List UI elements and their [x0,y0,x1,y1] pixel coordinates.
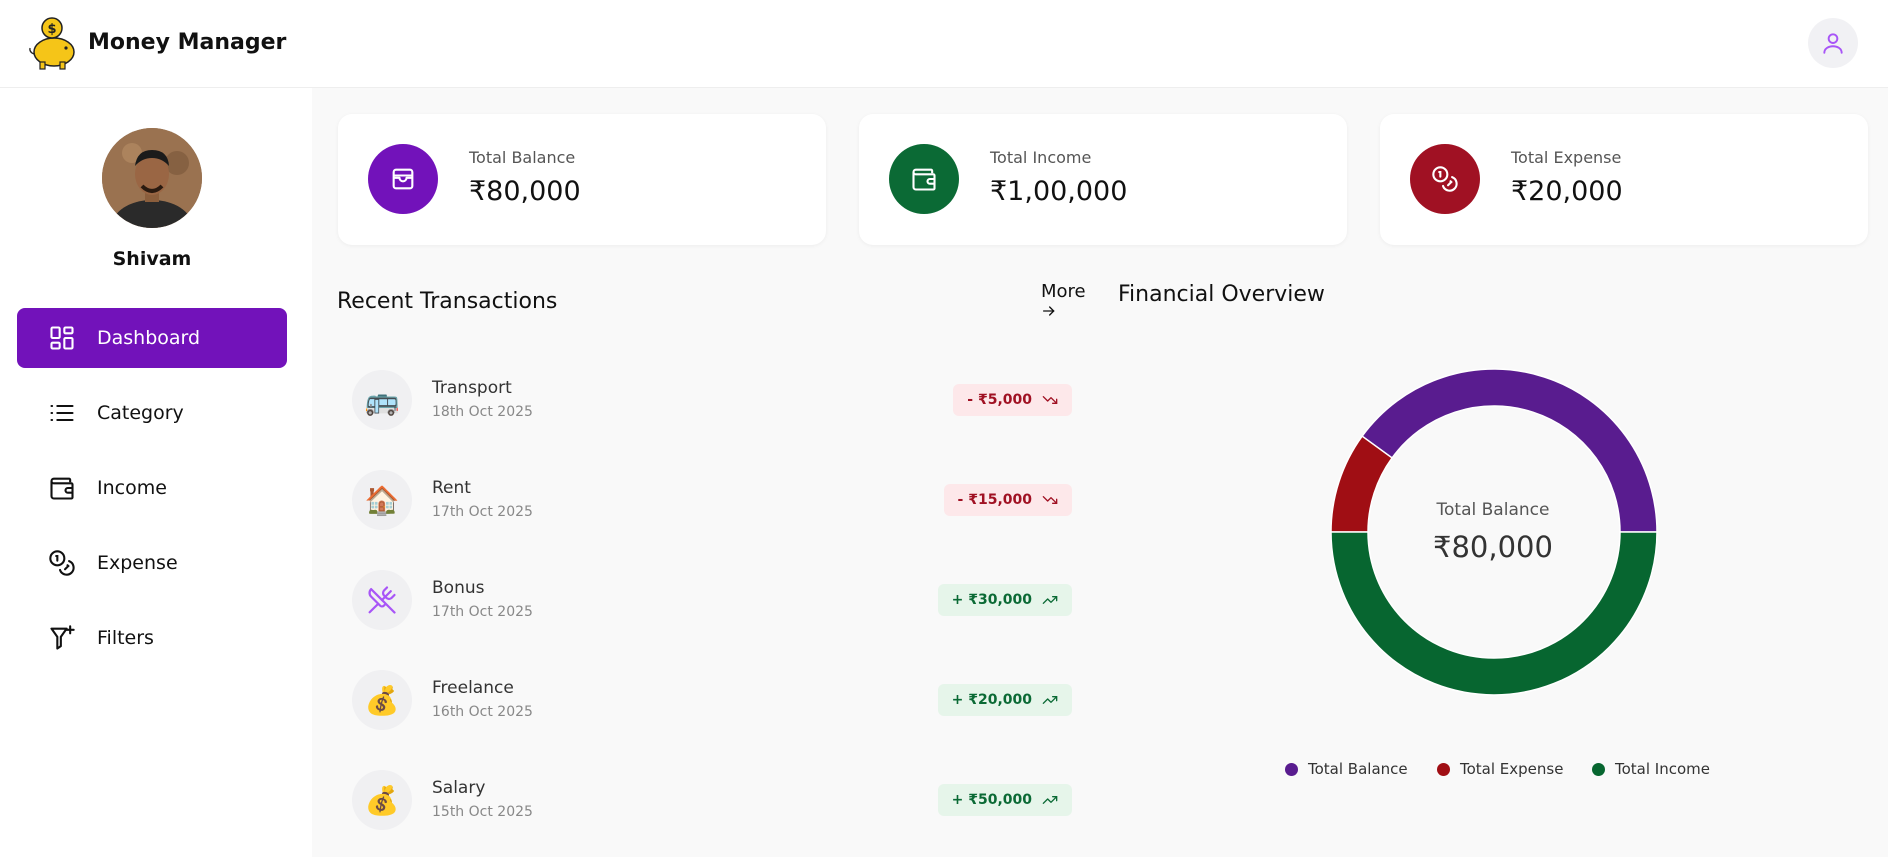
arrow-right-icon [1041,303,1057,324]
sidebar-item-label: Category [97,402,184,424]
transaction-date: 16th Oct 2025 [432,704,533,720]
money-bag-icon: 💰 [352,670,412,730]
svg-text:$: $ [47,22,56,37]
transaction-date: 18th Oct 2025 [432,404,533,420]
legend-label: Total Expense [1460,760,1564,778]
transaction-name: Transport [432,378,512,398]
transaction-amount-badge: - ₹5,000 [953,384,1072,416]
transaction-date: 15th Oct 2025 [432,804,533,820]
legend-label: Total Income [1615,760,1710,778]
total-income-card: Total Income ₹1,00,000 [859,114,1347,245]
legend-item-total-balance[interactable]: Total Balance [1285,760,1408,778]
chart-center-label: Total Balance [1436,500,1550,520]
legend-label: Total Balance [1308,760,1408,778]
dashboard-icon [47,323,77,353]
transaction-amount: + ₹50,000 [951,792,1032,808]
wallet-icon [47,473,77,503]
sidebar-item-dashboard[interactable]: Dashboard [17,308,287,368]
list-item[interactable]: 🏠 Rent 17th Oct 2025 - ₹15,000 [352,470,1072,530]
coins-icon [1410,144,1480,214]
transaction-name: Freelance [432,678,514,698]
bus-icon: 🚌 [352,370,412,430]
trending-up-icon [1042,792,1058,808]
transaction-amount-badge: + ₹20,000 [937,684,1072,716]
card-value: ₹80,000 [469,176,581,207]
transaction-amount: - ₹15,000 [957,492,1032,508]
app-title: Money Manager [88,30,287,55]
sidebar-item-category[interactable]: Category [17,383,287,443]
transaction-amount-badge: + ₹30,000 [937,584,1072,616]
sidebar-item-label: Income [97,477,167,499]
transaction-amount-badge: + ₹50,000 [937,784,1072,816]
financial-overview-title: Financial Overview [1118,282,1325,307]
trending-up-icon [1042,692,1058,708]
sidebar-item-label: Dashboard [97,327,201,349]
transaction-amount: + ₹30,000 [951,592,1032,608]
avatar [102,128,202,228]
legend-swatch [1592,762,1605,776]
list-item[interactable]: Bonus 17th Oct 2025 + ₹30,000 [352,570,1072,630]
transaction-name: Salary [432,778,486,798]
transaction-date: 17th Oct 2025 [432,604,533,620]
recent-transactions-title: Recent Transactions [337,289,558,314]
transaction-name: Rent [432,478,471,498]
list-icon [47,398,77,428]
trending-up-icon [1042,592,1058,608]
card-label: Total Expense [1511,148,1622,167]
legend-swatch [1437,762,1450,776]
chart-center-value: ₹80,000 [1433,530,1553,564]
transaction-amount-badge: - ₹15,000 [943,484,1072,516]
filter-plus-icon [47,623,77,653]
trending-down-icon [1042,492,1058,508]
sidebar-item-expense[interactable]: Expense [17,533,287,593]
app-header: $ Money Manager [0,0,1888,88]
legend-swatch [1285,762,1298,776]
legend-item-total-income[interactable]: Total Income [1592,760,1710,778]
sidebar-item-label: Expense [97,552,178,574]
house-icon: 🏠 [352,470,412,530]
card-label: Total Balance [469,148,576,167]
wallet-icon [889,144,959,214]
sidebar-item-label: Filters [97,627,154,649]
sidebar-item-filters[interactable]: Filters [17,608,287,668]
list-item[interactable]: 💰 Salary 15th Oct 2025 + ₹50,000 [352,770,1072,830]
utensils-icon [352,570,412,630]
user-name: Shivam [112,248,192,270]
more-label: More [1041,281,1086,302]
transaction-amount: + ₹20,000 [951,692,1032,708]
total-expense-card: Total Expense ₹20,000 [1380,114,1868,245]
piggy-bank-logo-icon: $ [26,16,80,70]
user-profile-button[interactable] [1808,18,1858,68]
list-item[interactable]: 💰 Freelance 16th Oct 2025 + ₹20,000 [352,670,1072,730]
sidebar-item-income[interactable]: Income [17,458,287,518]
wallet-card-icon [368,144,438,214]
trending-down-icon [1042,392,1058,408]
donut-slice-total-expense[interactable] [1330,435,1394,533]
transaction-amount: - ₹5,000 [967,392,1032,408]
more-link[interactable]: More [1041,281,1086,325]
card-value: ₹1,00,000 [990,176,1128,207]
transaction-date: 17th Oct 2025 [432,504,533,520]
total-balance-card: Total Balance ₹80,000 [338,114,826,245]
list-item[interactable]: 🚌 Transport 18th Oct 2025 - ₹5,000 [352,370,1072,430]
user-icon [1823,33,1843,54]
card-value: ₹20,000 [1511,176,1623,207]
legend-item-total-expense[interactable]: Total Expense [1437,760,1563,778]
coins-icon [47,548,77,578]
transaction-name: Bonus [432,578,485,598]
sidebar: Shivam Dashboard Category Income Expense… [0,88,312,857]
card-label: Total Income [990,148,1092,167]
money-bag-icon: 💰 [352,770,412,830]
